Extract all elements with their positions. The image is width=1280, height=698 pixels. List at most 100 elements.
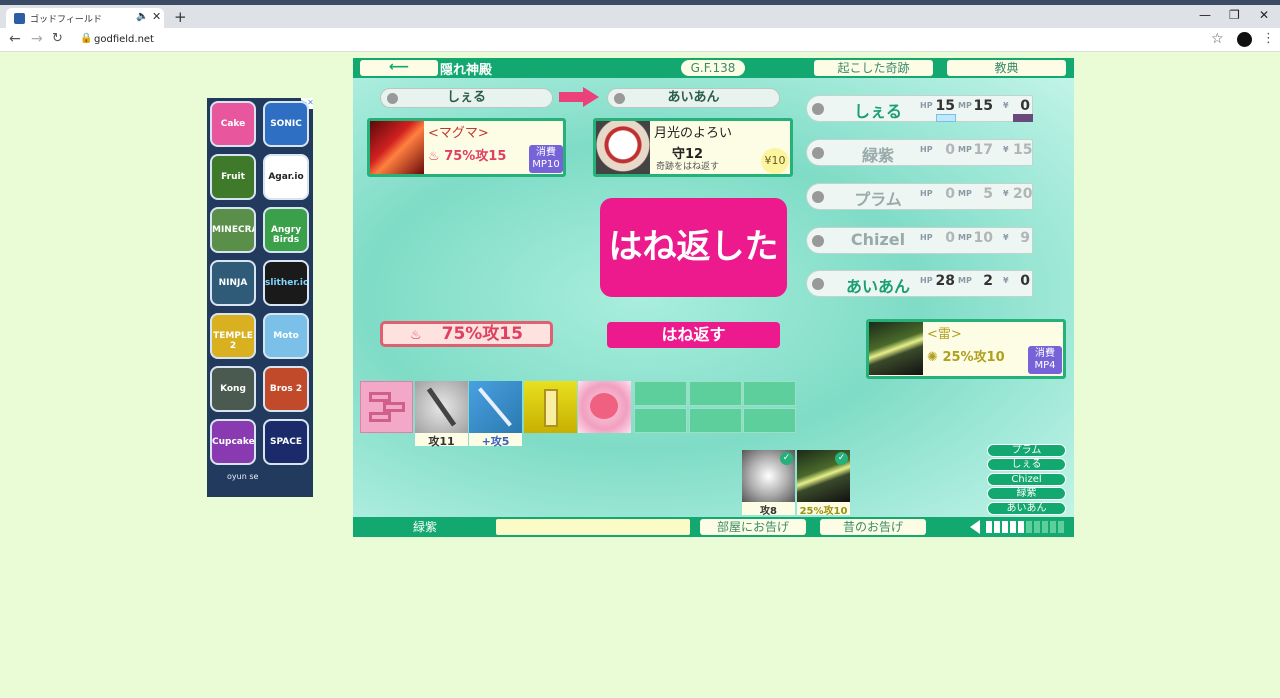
ad-game-icon[interactable]: TEMPLE 2 (210, 313, 256, 359)
ad-game-icon[interactable]: SONIC (263, 101, 309, 147)
hand-card-gem[interactable] (578, 381, 631, 433)
address-bar-row: ← → ↻ 🔒 godfield.net ☆ ⋮ (0, 28, 1280, 52)
flower-icon (590, 393, 618, 419)
attack-value-pill: ♨ 75%攻15 (380, 321, 553, 347)
back-icon[interactable]: ← (9, 31, 21, 47)
check-icon: ✓ (780, 452, 793, 465)
turn-order-item: プラム (987, 444, 1066, 457)
lock-icon[interactable]: 🔒 (80, 33, 92, 44)
attack-card[interactable]: <マグマ> ♨ 75%攻15 消費 MP10 (367, 118, 566, 177)
axe-icon (426, 387, 457, 427)
ad-game-icon[interactable]: Cake (210, 101, 256, 147)
menu-icon[interactable]: ⋮ (1262, 31, 1275, 46)
empty-hand-slot (743, 408, 796, 433)
status-dot-icon (812, 278, 824, 290)
lightning-card-image (869, 322, 923, 375)
book-icon (369, 392, 391, 402)
staff-icon (478, 387, 512, 427)
minimize-icon[interactable]: — (1199, 8, 1211, 22)
forward-icon[interactable]: → (31, 31, 43, 47)
magma-card-image (370, 121, 424, 174)
browser-tab[interactable]: ゴッドフィールド 🔈 ✕ (6, 8, 164, 28)
status-dot-icon (812, 235, 824, 247)
empty-hand-slot (634, 408, 687, 433)
ad-game-icon[interactable]: SPACE (263, 419, 309, 465)
back-arrow-icon: ⟵ (388, 59, 410, 75)
ad-game-icon[interactable]: Agar.io (263, 154, 309, 200)
ad-game-icon[interactable]: MINECRAFT (210, 207, 256, 253)
window-close-icon[interactable]: ✕ (1259, 8, 1269, 22)
ad-game-icon[interactable]: Angry Birds (263, 207, 309, 253)
ad-game-icon[interactable]: Moto (263, 313, 309, 359)
room-name: 隠れ神殿 (440, 63, 493, 78)
hand-card-staff[interactable] (469, 381, 522, 433)
lantern-icon (544, 389, 558, 427)
reflect-button[interactable]: はね返す (607, 322, 780, 348)
ad-game-icon[interactable]: NINJA (210, 260, 256, 306)
current-player-name: 緑紫 (413, 520, 438, 534)
miracles-button[interactable]: 起こした奇跡 (814, 60, 933, 76)
scripture-button[interactable]: 教典 (947, 60, 1066, 76)
hand-card-item[interactable] (524, 381, 577, 433)
ad-panel: ▷✕ Cake SONIC Fruit Agar.io MINECRAFT An… (207, 98, 314, 497)
result-banner: はね返した (600, 198, 787, 297)
chat-input[interactable] (496, 519, 690, 535)
volume-slider[interactable] (984, 517, 1068, 537)
played-card-caption: 25%攻10 (797, 502, 850, 517)
back-button[interactable]: ⟵ (360, 60, 438, 76)
room-notice-button[interactable]: 部屋にお告げ (700, 519, 806, 535)
ad-game-icon[interactable]: Bros 2 (263, 366, 309, 412)
item-slot-icon (1013, 114, 1033, 122)
ad-game-icon[interactable]: slither.io (263, 260, 309, 306)
player-row[interactable]: 緑紫 HP 0 MP 17 ¥ 15 (806, 139, 1033, 166)
turn-order-item: あいあん (987, 502, 1066, 515)
card-name: 月光のよろい (654, 126, 733, 141)
hand-card-caption: +攻5 (469, 433, 522, 448)
card-name: <マグマ> (428, 126, 489, 141)
player-row[interactable]: しぇる HP 15 MP 15 ¥ 0 (806, 95, 1033, 122)
tab-bar: ゴッドフィールド 🔈 ✕ + — ❐ ✕ (0, 5, 1280, 28)
new-tab-icon[interactable]: + (174, 8, 187, 26)
ad-logo[interactable]: oyun se (227, 472, 258, 481)
hand-card-book[interactable] (360, 381, 413, 433)
empty-hand-slot (634, 381, 687, 406)
played-card[interactable]: ✓ (797, 450, 850, 502)
bookmark-star-icon[interactable]: ☆ (1211, 31, 1224, 47)
card-name: <雷> (927, 327, 962, 342)
tab-title: ゴッドフィールド (30, 15, 102, 25)
url-field[interactable]: godfield.net (94, 34, 154, 45)
mp-cost-badge: 消費 MP10 (529, 145, 563, 173)
speaker-icon[interactable] (970, 520, 980, 534)
check-icon: ✓ (835, 452, 848, 465)
reload-icon[interactable]: ↻ (52, 31, 63, 46)
game-top-bar: ⟵ 隠れ神殿 G.F.138 起こした奇跡 教典 (353, 58, 1074, 78)
defense-card[interactable]: 月光のよろい 守12 奇跡をはね返す ¥10 (593, 118, 793, 177)
empty-hand-slot (689, 381, 742, 406)
armor-card-image (596, 121, 650, 174)
price-badge: ¥10 (761, 148, 789, 174)
player-row[interactable]: あいあん HP 28 MP 2 ¥ 0 (806, 270, 1033, 297)
side-attack-card[interactable]: <雷> ✺ 25%攻10 消費 MP4 (866, 319, 1066, 379)
turn-order-item: しぇる (987, 458, 1066, 471)
past-notice-button[interactable]: 昔のお告げ (820, 519, 926, 535)
hand-card-caption: 攻11 (415, 433, 468, 448)
game-bottom-bar: 緑紫 部屋にお告げ 昔のお告げ (353, 517, 1074, 537)
profile-avatar[interactable] (1237, 32, 1252, 47)
status-effect-icon (936, 114, 956, 122)
ad-game-icon[interactable]: Kong (210, 366, 256, 412)
card-effect: ♨ 75%攻15 (428, 149, 507, 164)
tab-close-icon[interactable]: ✕ (152, 10, 161, 23)
status-dot-icon (812, 191, 824, 203)
player-row[interactable]: プラム HP 0 MP 5 ¥ 20 (806, 183, 1033, 210)
player-row[interactable]: Chizel HP 0 MP 10 ¥ 9 (806, 227, 1033, 254)
attacker-pill: しぇる (380, 88, 553, 108)
restore-icon[interactable]: ❐ (1229, 8, 1240, 22)
played-card[interactable]: ✓ (742, 450, 795, 502)
ad-game-icon[interactable]: Fruit (210, 154, 256, 200)
card-description: 奇跡をはね返す (656, 162, 720, 172)
site-favicon-icon (14, 13, 25, 24)
tab-audio-icon[interactable]: 🔈 (136, 11, 148, 22)
hand-card-weapon[interactable] (415, 381, 468, 433)
card-effect: ✺ 25%攻10 (927, 350, 1005, 365)
ad-game-icon[interactable]: Cupcake (210, 419, 256, 465)
